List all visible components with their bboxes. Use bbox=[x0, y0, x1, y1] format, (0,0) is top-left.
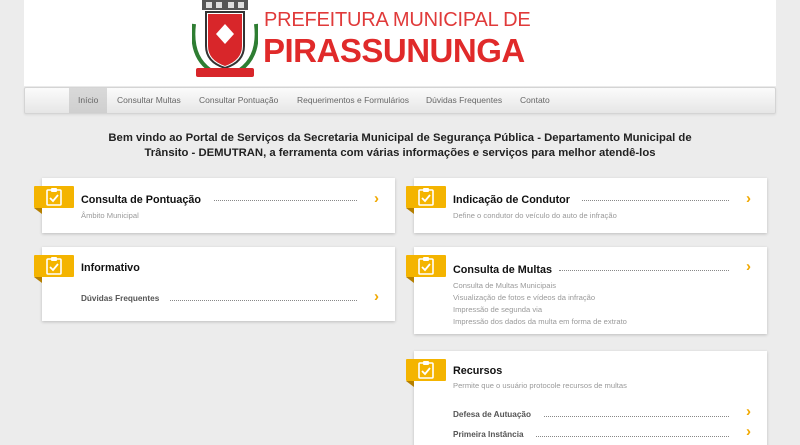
card-title: Indicação de Condutor bbox=[453, 194, 570, 206]
chevron-right-icon[interactable]: › bbox=[746, 424, 751, 439]
chevron-right-icon[interactable]: › bbox=[374, 289, 379, 304]
dotted-leader bbox=[544, 416, 729, 417]
card-title: Consulta de Multas bbox=[453, 264, 552, 276]
nav-consultar-multas[interactable]: Consultar Multas bbox=[108, 88, 190, 113]
link-primeira-instancia[interactable]: Primeira Instância bbox=[453, 430, 524, 439]
welcome-message: Bem vindo ao Portal de Serviços da Secre… bbox=[0, 131, 800, 160]
dotted-leader bbox=[170, 300, 357, 301]
card-detail-line: Consulta de Multas Municipais bbox=[453, 281, 556, 290]
card-informativo: Informativo Dúvidas Frequentes › bbox=[34, 247, 395, 321]
card-subtitle: Âmbito Municipal bbox=[81, 211, 139, 220]
chevron-right-icon[interactable]: › bbox=[374, 191, 379, 206]
brand-line-1: PREFEITURA MUNICIPAL DE bbox=[264, 9, 531, 31]
card-consulta-pontuacao[interactable]: Consulta de Pontuação › Âmbito Municipal bbox=[34, 178, 395, 233]
main-navigation: Início Consultar Multas Consultar Pontua… bbox=[24, 87, 776, 114]
chevron-right-icon[interactable]: › bbox=[746, 404, 751, 419]
card-badge bbox=[406, 359, 446, 387]
city-coat-of-arms-logo bbox=[192, 0, 258, 77]
card-detail-line: Visualização de fotos e vídeos da infraç… bbox=[453, 293, 596, 302]
card-badge bbox=[34, 255, 74, 283]
card-detail-line: Impressão de segunda via bbox=[453, 305, 543, 314]
chevron-right-icon[interactable]: › bbox=[746, 259, 751, 274]
card-title: Informativo bbox=[81, 262, 140, 274]
dotted-leader bbox=[559, 270, 729, 271]
link-duvidas-frequentes[interactable]: Dúvidas Frequentes bbox=[81, 294, 159, 303]
nav-requerimentos-formularios[interactable]: Requerimentos e Formulários bbox=[288, 88, 418, 113]
nav-consultar-pontuacao[interactable]: Consultar Pontuação bbox=[190, 88, 287, 113]
dotted-leader bbox=[536, 436, 729, 437]
card-title: Consulta de Pontuação bbox=[81, 194, 201, 206]
card-consulta-multas[interactable]: Consulta de Multas › Consulta de Multas … bbox=[406, 247, 767, 334]
clipboard-check-icon bbox=[418, 188, 434, 206]
nav-duvidas-frequentes[interactable]: Dúvidas Frequentes bbox=[417, 88, 511, 113]
clipboard-check-icon bbox=[418, 257, 434, 275]
header: PREFEITURA MUNICIPAL DE PIRASSUNUNGA bbox=[24, 0, 776, 86]
nav-contato[interactable]: Contato bbox=[511, 88, 559, 113]
welcome-line-1: Bem vindo ao Portal de Serviços da Secre… bbox=[108, 132, 692, 144]
card-recursos: Recursos Permite que o usuário protocole… bbox=[406, 351, 767, 445]
card-badge bbox=[406, 186, 446, 214]
card-title: Recursos bbox=[453, 365, 503, 377]
card-detail-line: Impressão dos dados da multa em forma de… bbox=[453, 317, 627, 326]
nav-inicio[interactable]: Início bbox=[69, 88, 108, 113]
welcome-line-2: Trânsito - DEMUTRAN, a ferramenta com vá… bbox=[144, 146, 656, 159]
chevron-right-icon[interactable]: › bbox=[746, 191, 751, 206]
brand-line-2: PIRASSUNUNGA bbox=[263, 32, 525, 69]
clipboard-check-icon bbox=[46, 188, 62, 206]
dotted-leader bbox=[214, 200, 357, 201]
card-badge bbox=[406, 255, 446, 283]
card-indicacao-condutor[interactable]: Indicação de Condutor › Define o conduto… bbox=[406, 178, 767, 233]
card-subtitle: Permite que o usuário protocole recursos… bbox=[453, 381, 627, 390]
card-subtitle: Define o condutor do veículo do auto de … bbox=[453, 211, 617, 220]
link-defesa-autuacao[interactable]: Defesa de Autuação bbox=[453, 410, 531, 419]
card-badge bbox=[34, 186, 74, 214]
clipboard-check-icon bbox=[418, 361, 434, 379]
dotted-leader bbox=[582, 200, 729, 201]
clipboard-check-icon bbox=[46, 257, 62, 275]
